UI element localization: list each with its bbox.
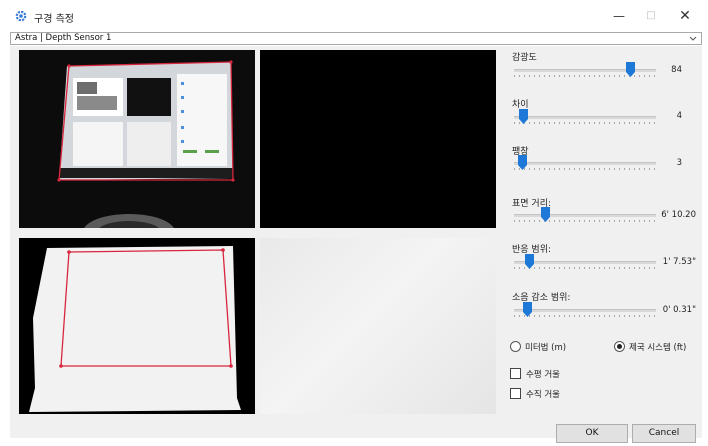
response-range-slider[interactable]: [514, 252, 656, 274]
imperial-radio-label: 제국 시스템 (ft): [629, 343, 687, 353]
cancel-button[interactable]: Cancel: [632, 424, 696, 443]
slider-thumb[interactable]: [518, 155, 527, 170]
color-camera-view: [19, 50, 255, 228]
vertical-mirror-label: 수직 거울: [526, 390, 560, 400]
imperial-radio[interactable]: [614, 341, 625, 352]
metric-radio-label: 미터법 (m): [525, 343, 567, 353]
response-range-value: 1' 7.53": [662, 257, 696, 267]
close-icon[interactable]: ✕: [674, 6, 696, 26]
vertical-mirror-option[interactable]: 수직 거울: [510, 387, 590, 401]
noise-reduction-range-value: 0' 0.31": [662, 305, 696, 315]
minimize-icon[interactable]: —: [608, 6, 630, 26]
slider-thumb[interactable]: [519, 109, 528, 124]
maximize-icon[interactable]: □: [640, 6, 662, 26]
surface-distance-value: 6' 10.20: [661, 210, 696, 220]
noise-reduction-range-slider[interactable]: [514, 300, 656, 322]
depth-mask-view: [19, 238, 255, 414]
sensor-select[interactable]: Astra | Depth Sensor 1: [10, 32, 702, 45]
result-view: [260, 238, 496, 414]
settings-gear-icon: [15, 10, 27, 22]
title-bar: 구경 측정 — □ ✕: [0, 0, 708, 32]
surface-distance-slider[interactable]: [514, 205, 656, 227]
imperial-radio-option[interactable]: 제국 시스템 (ft): [614, 340, 700, 354]
slider-thumb[interactable]: [523, 302, 532, 317]
color-camera-image: [19, 50, 255, 228]
slider-thumb[interactable]: [541, 207, 550, 222]
horizontal-mirror-option[interactable]: 수평 거울: [510, 367, 590, 381]
horizontal-mirror-label: 수평 거울: [526, 370, 560, 380]
sensor-select-value: Astra | Depth Sensor 1: [15, 33, 112, 43]
chevron-down-icon: [689, 36, 697, 41]
ok-button[interactable]: OK: [556, 424, 628, 443]
vertical-mirror-checkbox[interactable]: [510, 388, 521, 399]
difference-value: 4: [676, 111, 682, 121]
horizontal-mirror-checkbox[interactable]: [510, 368, 521, 379]
metric-radio[interactable]: [510, 341, 521, 352]
sensitivity-value: 84: [671, 65, 682, 75]
metric-radio-option[interactable]: 미터법 (m): [510, 340, 600, 354]
dilation-value: 3: [676, 158, 682, 168]
depth-view: [260, 50, 496, 228]
slider-thumb[interactable]: [525, 254, 534, 269]
window-title: 구경 측정: [34, 14, 74, 25]
depth-mask-image: [19, 238, 255, 414]
